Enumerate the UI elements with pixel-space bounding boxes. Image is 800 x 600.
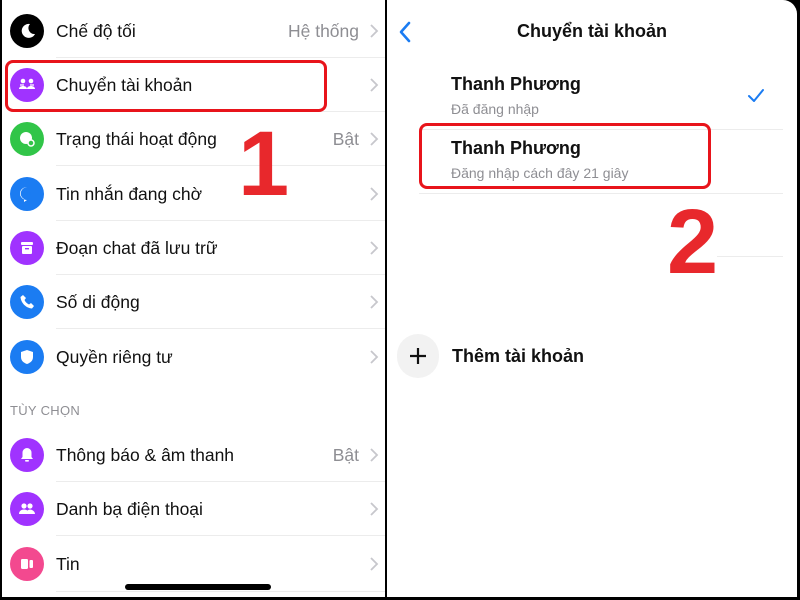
moon-icon bbox=[10, 14, 44, 48]
account-status: Đã đăng nhập bbox=[451, 101, 539, 117]
message-bubble-icon bbox=[10, 177, 44, 211]
divider bbox=[56, 591, 385, 592]
settings-item-label: Thông báo & âm thanh bbox=[56, 444, 235, 465]
divider bbox=[56, 535, 385, 536]
divider bbox=[56, 328, 385, 329]
settings-item-active-status[interactable]: Trạng thái hoạt động Bật bbox=[2, 112, 385, 166]
settings-item-mobile-number[interactable]: Số di động bbox=[2, 275, 385, 329]
chevron-right-icon bbox=[370, 241, 379, 255]
add-account-label: Thêm tài khoản bbox=[452, 346, 585, 366]
page-title: Chuyển tài khoản bbox=[516, 21, 668, 41]
chevron-right-icon bbox=[370, 448, 379, 462]
settings-item-label: Tin nhắn đang chờ bbox=[56, 183, 203, 204]
chevron-right-icon bbox=[370, 295, 379, 309]
divider bbox=[419, 193, 783, 194]
chevron-right-icon bbox=[370, 78, 379, 92]
contacts-icon bbox=[10, 492, 44, 526]
settings-item-privacy[interactable]: Quyền riêng tư bbox=[2, 330, 385, 384]
settings-item-value: Bật bbox=[332, 128, 359, 149]
account-name: Thanh Phương bbox=[451, 74, 581, 94]
add-account-button[interactable]: Thêm tài khoản bbox=[387, 334, 783, 378]
switch-account-panel: Chuyển tài khoản Thanh Phương Đã đăng nh… bbox=[387, 0, 797, 597]
plus-icon bbox=[397, 334, 439, 378]
settings-item-value: Hệ thống bbox=[287, 20, 359, 41]
active-status-icon bbox=[10, 122, 44, 156]
stories-icon bbox=[10, 547, 44, 581]
settings-item-pending-messages[interactable]: Tin nhắn đang chờ bbox=[2, 167, 385, 221]
settings-item-label: Số di động bbox=[56, 291, 140, 312]
settings-item-label: Trạng thái hoạt động bbox=[56, 128, 217, 149]
checkmark-icon bbox=[748, 89, 764, 102]
shield-icon bbox=[10, 340, 44, 374]
settings-item-label: Quyền riêng tư bbox=[56, 346, 173, 367]
settings-item-label: Đoạn chat đã lưu trữ bbox=[56, 237, 218, 258]
settings-item-phone-contacts[interactable]: Danh bạ điện thoại bbox=[2, 482, 385, 536]
settings-item-archived-chats[interactable]: Đoạn chat đã lưu trữ bbox=[2, 221, 385, 275]
chevron-right-icon bbox=[370, 187, 379, 201]
highlight-box-other-account bbox=[419, 123, 711, 189]
chevron-right-icon bbox=[370, 350, 379, 364]
settings-item-label: Danh bạ điện thoại bbox=[56, 498, 203, 519]
chevron-right-icon bbox=[370, 132, 379, 146]
archive-box-icon bbox=[10, 231, 44, 265]
settings-item-value: Bật bbox=[332, 444, 359, 465]
step-marker-1: 1 bbox=[238, 113, 290, 215]
section-header-options: TÙY CHỌN bbox=[10, 403, 81, 418]
chevron-right-icon bbox=[370, 24, 379, 38]
settings-panel: Chế độ tối Hệ thống Chuyển tài khoản Trạ… bbox=[2, 0, 385, 597]
bell-icon bbox=[10, 438, 44, 472]
highlight-box-switch-account bbox=[5, 60, 327, 112]
chevron-right-icon bbox=[370, 557, 379, 571]
settings-item-stories[interactable]: Tin bbox=[2, 537, 385, 591]
divider bbox=[56, 165, 385, 166]
step-marker-2: 2 bbox=[667, 191, 719, 293]
account-item-current[interactable]: Thanh Phương Đã đăng nhập bbox=[387, 66, 783, 130]
home-indicator[interactable] bbox=[125, 584, 271, 590]
phone-icon bbox=[10, 285, 44, 319]
chevron-right-icon bbox=[370, 502, 379, 516]
divider bbox=[717, 256, 783, 257]
settings-item-notifications[interactable]: Thông báo & âm thanh Bật bbox=[2, 428, 385, 482]
settings-item-label: Chế độ tối bbox=[56, 20, 136, 41]
settings-item-dark-mode[interactable]: Chế độ tối Hệ thống bbox=[2, 4, 385, 58]
settings-item-label: Tin bbox=[56, 553, 80, 574]
screenshot-frame: Chế độ tối Hệ thống Chuyển tài khoản Trạ… bbox=[0, 0, 800, 600]
